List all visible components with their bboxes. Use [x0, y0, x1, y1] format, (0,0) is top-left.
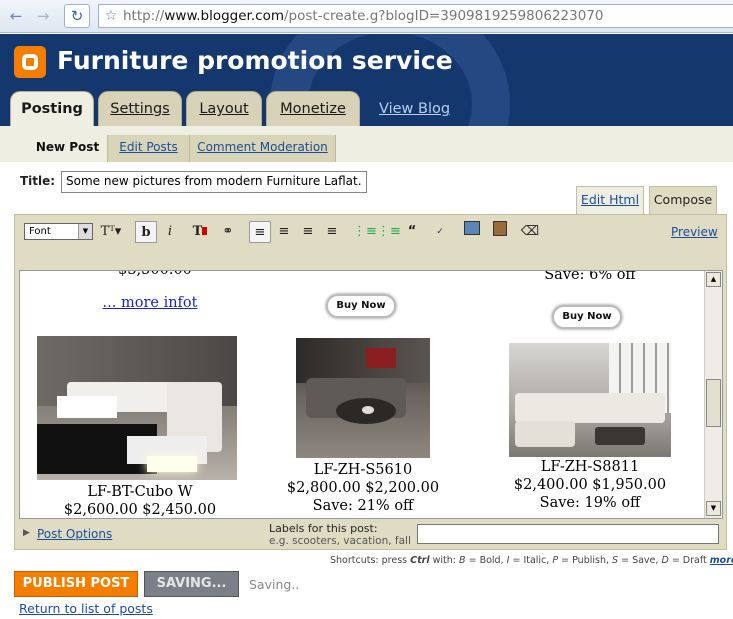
post-title-input[interactable]: Some new pictures from modern Furniture … — [61, 171, 367, 193]
bookmark-star-icon[interactable]: ☆ — [99, 5, 123, 27]
buy-now-button[interactable]: Buy Now — [326, 294, 396, 318]
blogger-header: Furniture promotion service Posting Sett… — [0, 34, 733, 126]
text-color-icon[interactable]: T — [189, 221, 211, 243]
add-image-icon[interactable] — [461, 221, 483, 243]
url-path: /post-create.g?blogID=390981925980622307… — [284, 8, 604, 24]
italic-icon[interactable]: i — [159, 221, 181, 243]
tab-layout[interactable]: Layout — [186, 91, 262, 126]
preview-link[interactable]: Preview — [671, 225, 718, 239]
tab-compose[interactable]: Compose — [649, 186, 717, 214]
labels-title: Labels for this post: — [269, 522, 378, 535]
tab-posting[interactable]: Posting — [10, 91, 94, 126]
partial-save: Save: 6% off — [544, 270, 636, 283]
shortcut-key-i: I — [506, 555, 510, 566]
blockquote-icon[interactable]: “ — [401, 221, 423, 243]
font-select-value: Font — [29, 226, 51, 237]
product-prices: $2,800.00 $2,200.00 — [286, 480, 440, 496]
back-icon[interactable]: ← — [5, 6, 27, 26]
product-prices: $2,600.00 $2,450.00 — [63, 502, 217, 518]
expand-triangle-icon[interactable]: ▶ — [23, 528, 30, 538]
spellcheck-icon[interactable]: ✓ — [429, 221, 451, 243]
tab-monetize[interactable]: Monetize — [266, 91, 360, 126]
subtab-comment-moderation[interactable]: Comment Moderation — [190, 135, 336, 162]
address-bar[interactable]: ☆ http://www.blogger.com/post-create.g?bl… — [98, 4, 733, 28]
product-name: LF-BT-Cubo W — [87, 484, 193, 500]
blog-title: Furniture promotion service — [57, 46, 453, 75]
post-options-row: ▶ Post Options Labels for this post: e.g… — [15, 521, 726, 549]
font-size-icon[interactable]: Tᵀ▾ — [97, 221, 125, 243]
browser-toolbar: ← → ↻ ☆ http://www.blogger.com/post-creat… — [0, 0, 733, 33]
bold-icon[interactable]: b — [135, 221, 157, 243]
shortcut-key-b: B — [459, 555, 466, 566]
buy-now-button[interactable]: Buy Now — [552, 305, 622, 329]
shortcut-publish: = Publish, — [561, 555, 609, 566]
product-image — [37, 336, 237, 480]
return-to-posts-link[interactable]: Return to list of posts — [19, 601, 153, 616]
product-name: LF-ZH-S5610 — [313, 462, 413, 478]
subtabs: New Post Edit Posts Comment Moderation — [28, 135, 336, 162]
post-options-link[interactable]: Post Options — [37, 527, 112, 541]
shortcut-key-s: S — [612, 555, 619, 566]
shortcut-italic: = Italic, — [512, 555, 550, 566]
product-image — [296, 338, 430, 458]
align-right-icon[interactable]: ≡ — [297, 221, 319, 243]
align-left-icon[interactable]: ≡ — [249, 221, 271, 243]
bulleted-list-icon[interactable]: ⋮≡ — [377, 221, 401, 243]
tab-edit-html[interactable]: Edit Html — [576, 186, 644, 214]
shortcuts-with: with: — [432, 555, 456, 566]
editor-content[interactable]: $3,500.00 Save: 6% off ... more infot Bu… — [19, 270, 723, 519]
scroll-thumb[interactable] — [706, 379, 721, 427]
remove-formatting-icon[interactable]: ⌫ — [519, 221, 541, 243]
product-image — [509, 343, 671, 457]
shortcuts-more-link[interactable]: more — [710, 555, 733, 566]
shortcut-bold: = Bold, — [468, 555, 504, 566]
font-select[interactable]: Font ▼ — [24, 223, 93, 240]
scroll-up-icon[interactable]: ▲ — [706, 272, 721, 287]
labels-input[interactable] — [417, 524, 719, 544]
align-center-icon[interactable]: ≡ — [273, 221, 295, 243]
partial-price: $3,500.00 — [118, 270, 192, 278]
shortcuts-hint: Shortcuts: press Ctrl with: B = Bold, I … — [330, 555, 733, 566]
subtab-bar: New Post Edit Posts Comment Moderation — [0, 126, 733, 162]
tab-settings[interactable]: Settings — [98, 91, 182, 126]
add-video-icon[interactable] — [489, 221, 511, 243]
link-icon[interactable]: ⚭ — [217, 221, 239, 243]
shortcut-key-p: P — [552, 555, 559, 566]
subtab-edit-posts[interactable]: Edit Posts — [108, 135, 190, 162]
forward-icon[interactable]: → — [32, 6, 54, 26]
publish-post-button[interactable]: PUBLISH POST — [14, 571, 138, 597]
shortcuts-prefix: Shortcuts: press — [330, 555, 408, 566]
chevron-down-icon: ▼ — [78, 224, 92, 239]
editor-scrollbar[interactable]: ▲ ▼ — [704, 271, 722, 518]
product-save: Save: 19% off — [539, 495, 641, 511]
shortcut-key-d: D — [661, 555, 669, 566]
saving-button[interactable]: SAVING... — [144, 571, 239, 597]
view-blog-link[interactable]: View Blog — [379, 101, 450, 117]
saving-status: Saving.. — [249, 577, 300, 592]
product-name: LF-ZH-S8811 — [540, 459, 640, 475]
post-editor: Font ▼ Tᵀ▾ b i T ⚭ ≡ ≡ ≡ ≡ ⋮≡ ⋮≡ “ ✓ ⌫ Pr… — [14, 214, 727, 550]
url-prefix: http:// — [123, 8, 165, 24]
title-label: Title: — [20, 174, 56, 188]
align-justify-icon[interactable]: ≡ — [321, 221, 343, 243]
subtab-new-post[interactable]: New Post — [28, 135, 108, 162]
shortcut-save: = Save, — [621, 555, 659, 566]
labels-hint: e.g. scooters, vacation, fall — [269, 535, 411, 547]
scroll-down-icon[interactable]: ▼ — [706, 501, 721, 516]
url-host: www.blogger.com — [164, 8, 284, 24]
shortcut-draft: = Draft — [671, 555, 707, 566]
more-info-link[interactable]: ... more infot — [80, 295, 220, 311]
product-save: Save: 21% off — [312, 498, 414, 514]
shortcuts-ctrl: Ctrl — [410, 555, 430, 566]
numbered-list-icon[interactable]: ⋮≡ — [353, 221, 377, 243]
reload-icon[interactable]: ↻ — [64, 4, 90, 28]
product-prices: $2,400.00 $1,950.00 — [513, 477, 667, 493]
blogger-logo-icon[interactable] — [14, 46, 46, 78]
